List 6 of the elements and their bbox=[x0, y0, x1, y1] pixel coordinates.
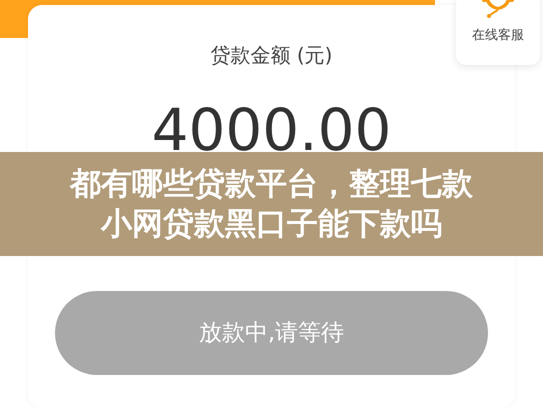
customer-service-button[interactable]: 在线客服 bbox=[456, 0, 540, 65]
customer-service-label: 在线客服 bbox=[472, 27, 524, 45]
banner-title-line: 小网贷款黑口子能下款吗 bbox=[101, 205, 442, 244]
banner-title-line: 都有哪些贷款平台，整理七款 bbox=[70, 165, 473, 204]
amount-label: 贷款金额 (元) bbox=[210, 42, 334, 69]
amount-value: 4000.00 bbox=[150, 97, 392, 163]
